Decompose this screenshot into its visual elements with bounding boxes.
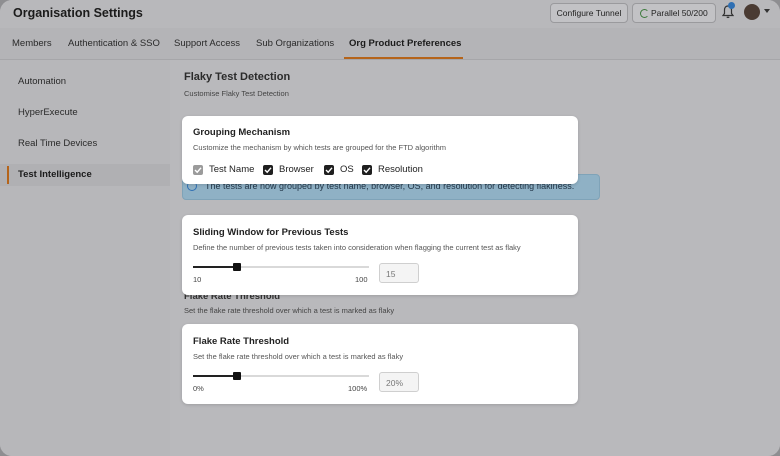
tab-authentication-sso[interactable]: Authentication & SSO <box>68 28 160 59</box>
settings-tabs: Members Authentication & SSO Support Acc… <box>0 28 780 60</box>
page-subtitle: Customise Flaky Test Detection <box>184 89 289 98</box>
avatar[interactable] <box>744 4 760 20</box>
os-checkbox[interactable] <box>324 165 334 175</box>
flake-rate-card: Flake Rate Threshold Set the flake rate … <box>182 324 578 404</box>
sidebar-item-real-time-devices[interactable]: Real Time Devices <box>18 138 97 149</box>
sliding-window-card: Sliding Window for Previous Tests Define… <box>182 215 578 295</box>
parallel-button[interactable]: Parallel 50/200 <box>632 3 716 23</box>
browser-checkbox[interactable] <box>263 165 273 175</box>
resolution-label: Resolution <box>378 164 423 175</box>
tab-org-product-preferences[interactable]: Org Product Preferences <box>349 28 461 59</box>
app-title: Organisation Settings <box>13 6 143 20</box>
flake-rate-min-label: 0% <box>193 384 204 393</box>
sliding-window-max-label: 100 <box>355 275 368 284</box>
sidebar <box>0 60 170 456</box>
sliding-window-value-input[interactable]: 15 <box>379 263 419 283</box>
page-title: Flaky Test Detection <box>184 71 291 83</box>
flake-rate-desc: Set the flake rate threshold over which … <box>193 352 404 361</box>
sliding-window-title: Sliding Window for Previous Tests <box>193 227 349 238</box>
notification-badge <box>728 2 735 9</box>
tab-sub-organizations[interactable]: Sub Organizations <box>256 28 334 59</box>
grouping-mechanism-card: Grouping Mechanism Customize the mechani… <box>182 116 578 184</box>
test-name-label: Test Name <box>209 164 255 175</box>
flake-rate-max-label: 100% <box>348 384 368 393</box>
flake-rate-slider-thumb[interactable] <box>233 372 241 380</box>
app-window: Organisation Settings Configure Tunnel P… <box>0 0 780 456</box>
sliding-window-min-label: 10 <box>193 275 202 284</box>
sidebar-item-hyperexecute[interactable]: HyperExecute <box>18 107 78 118</box>
flake-rate-slider-fill <box>193 375 237 377</box>
chevron-down-icon[interactable] <box>764 9 770 13</box>
sliding-window-slider-track[interactable] <box>193 266 369 268</box>
parallel-progress-icon <box>640 9 649 18</box>
tab-support-access[interactable]: Support Access <box>174 28 240 59</box>
sidebar-item-automation[interactable]: Automation <box>18 76 66 87</box>
os-label: OS <box>340 164 354 175</box>
grouping-title: Grouping Mechanism <box>193 127 291 138</box>
sliding-window-slider-fill <box>193 266 237 268</box>
flake-rate-background-desc: Set the flake rate threshold over which … <box>184 306 395 315</box>
parallel-label: Parallel 50/200 <box>651 8 708 18</box>
sliding-window-slider-thumb[interactable] <box>233 263 241 271</box>
resolution-checkbox[interactable] <box>362 165 372 175</box>
active-tab-indicator <box>344 57 463 59</box>
flake-rate-value-input[interactable]: 20% <box>379 372 419 392</box>
sidebar-item-test-intelligence[interactable]: Test Intelligence <box>18 169 92 180</box>
grouping-desc: Customize the mechanism by which tests a… <box>193 143 447 152</box>
tab-members[interactable]: Members <box>12 28 52 59</box>
flake-rate-slider-track[interactable] <box>193 375 369 377</box>
sidebar-active-indicator <box>7 166 9 184</box>
top-header: Organisation Settings Configure Tunnel P… <box>0 0 780 28</box>
sliding-window-desc: Define the number of previous tests take… <box>193 243 521 252</box>
browser-label: Browser <box>279 164 314 175</box>
flake-rate-title: Flake Rate Threshold <box>193 336 290 347</box>
configure-tunnel-button[interactable]: Configure Tunnel <box>550 3 628 23</box>
test-name-checkbox[interactable] <box>193 165 203 175</box>
